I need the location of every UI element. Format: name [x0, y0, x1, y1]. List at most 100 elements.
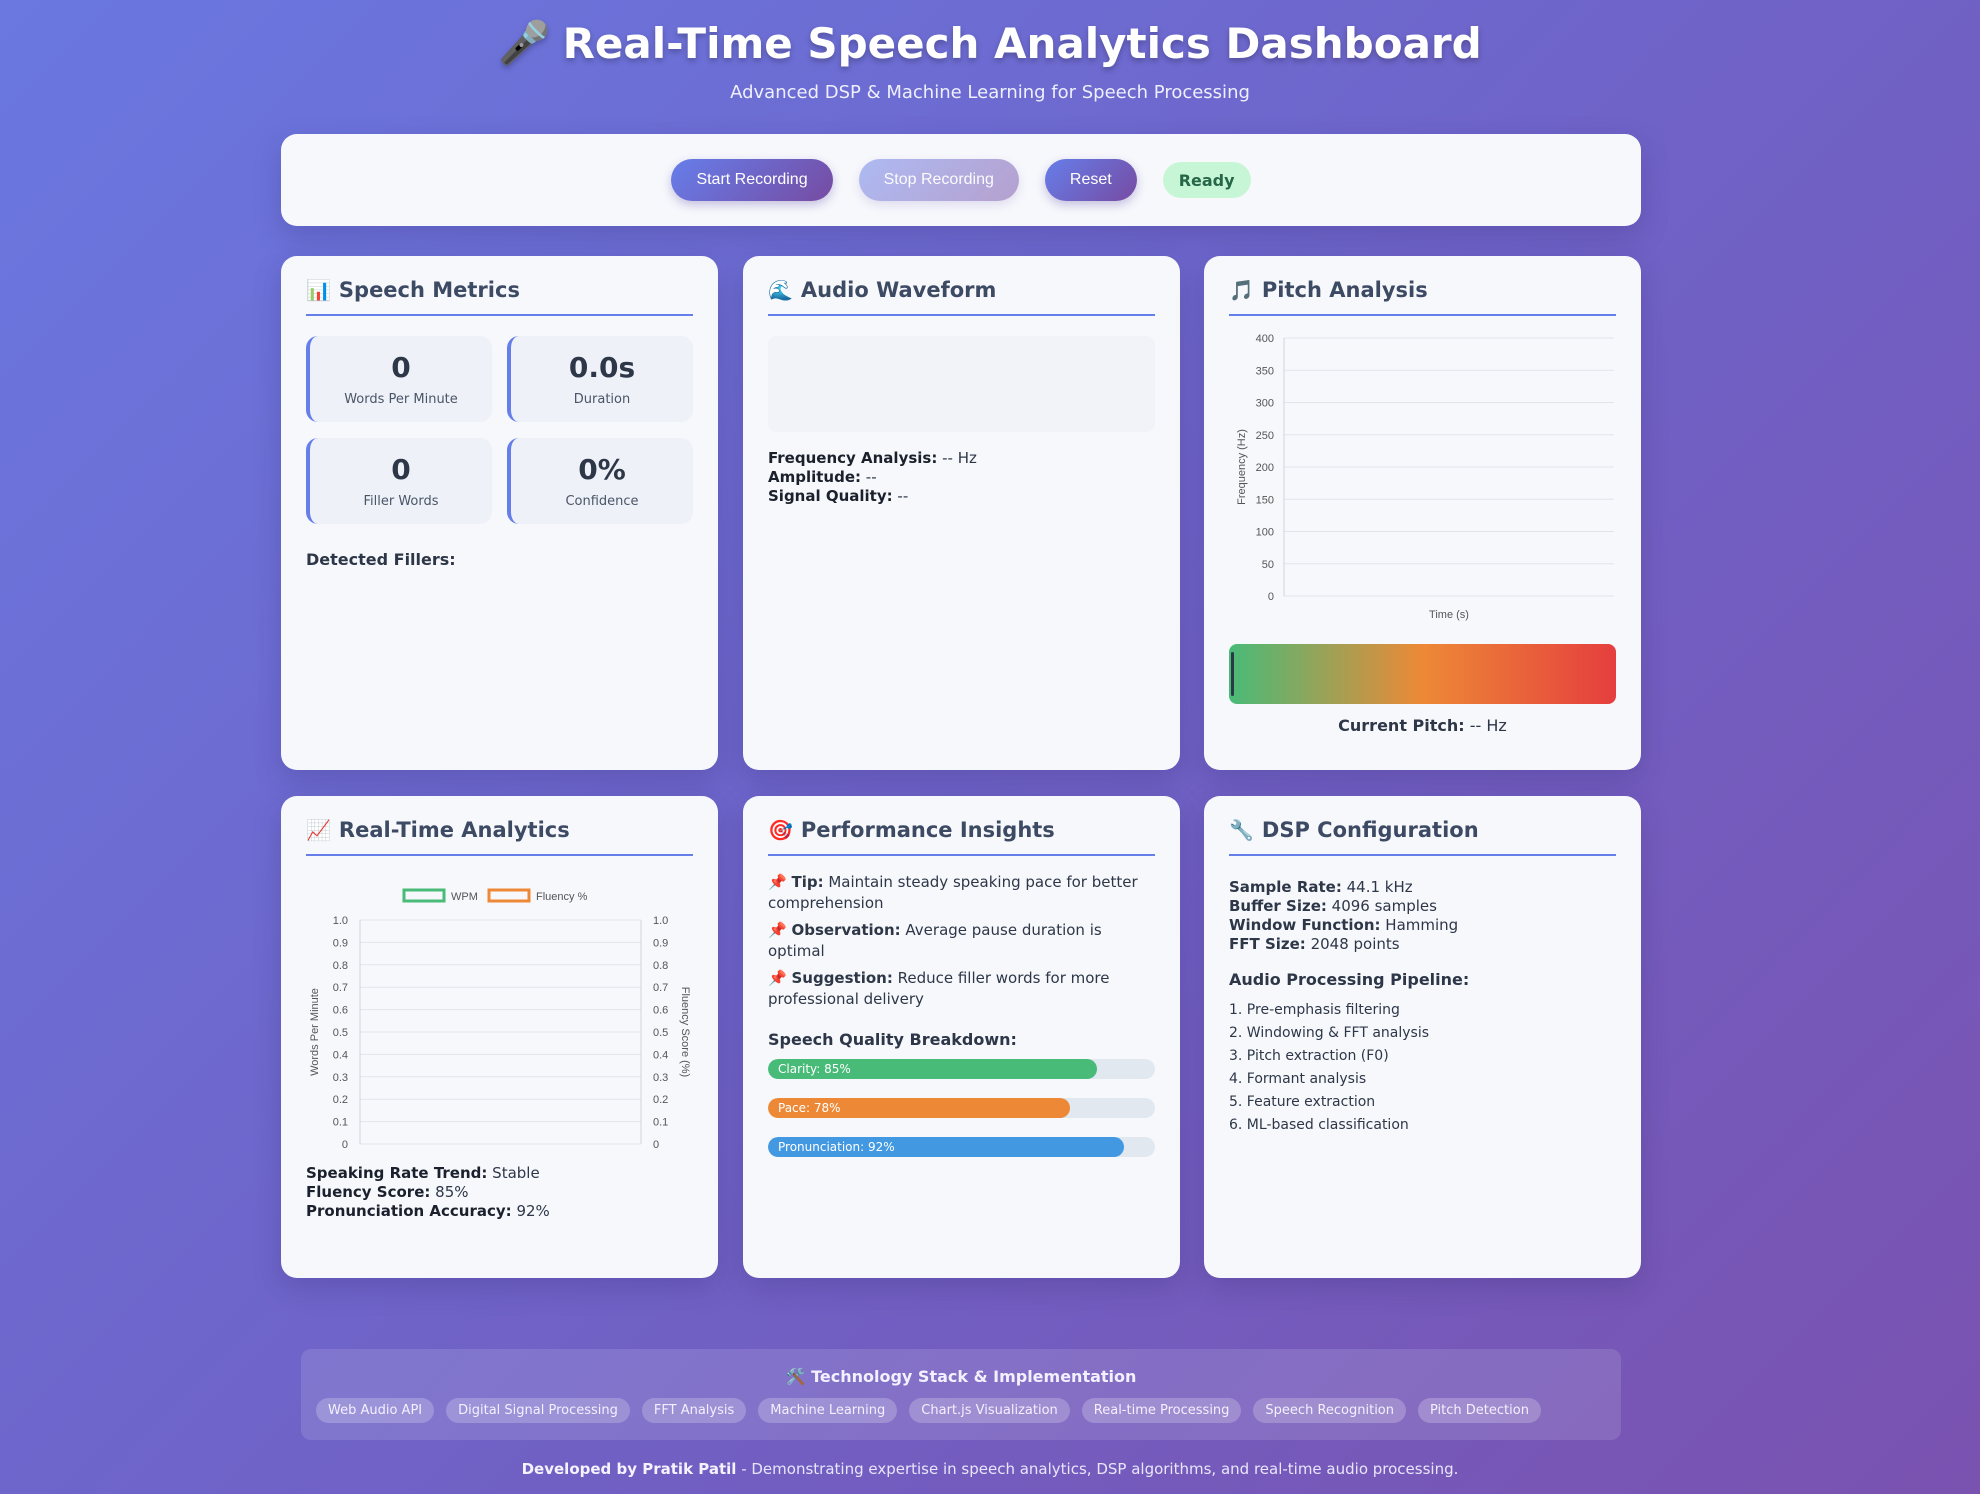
y-tick-label: 0.8: [333, 960, 348, 972]
real-time-analytics-panel: 📈 Real-Time Analytics 1.0 1.0 0.9 0.9 0.8 0.8…: [281, 796, 718, 1278]
pipeline-step: 6. ML-based classification: [1229, 1117, 1409, 1133]
fft-size-value: 2048 points: [1305, 935, 1400, 953]
insight-suggestion: 📌 Suggestion: Reduce filler words for mo…: [768, 968, 1155, 1010]
tech-tags: Web Audio API Digital Signal Processing …: [316, 1398, 1621, 1423]
controls-panel: Start Recording Stop Recording Reset Rea…: [281, 134, 1641, 226]
signal-quality-value: --: [892, 487, 909, 505]
insights-header: 🎯 Performance Insights: [768, 818, 1155, 856]
y2-axis-label: Fluency Score (%): [679, 987, 691, 1077]
fft-size-label: FFT Size:: [1229, 935, 1306, 953]
wrench-icon: 🔧: [1229, 818, 1254, 842]
tech-tag: FFT Analysis: [641, 1398, 747, 1423]
audio-waveform-header: 🌊 Audio Waveform: [768, 278, 1155, 316]
pitch-analysis-header: 🎵 Pitch Analysis: [1229, 278, 1616, 316]
tech-stack-section: 🛠️ Technology Stack & Implementation Web…: [301, 1349, 1621, 1440]
y-tick-label: 400: [1256, 333, 1274, 345]
tech-tag: Real-time Processing: [1081, 1398, 1242, 1423]
y2-tick-label: 0: [653, 1139, 659, 1151]
y-tick-label: 0.2: [333, 1094, 348, 1106]
y-tick-label: 1.0: [333, 915, 348, 927]
wpm-metric: 0 Words Per Minute: [306, 336, 492, 422]
pipeline-step: 1. Pre-emphasis filtering: [1229, 1002, 1400, 1018]
music-note-icon: 🎵: [1229, 278, 1254, 302]
pin-icon: 📌: [768, 873, 787, 891]
y-tick-label: 0.9: [333, 937, 348, 949]
y-tick-label: 0.1: [333, 1117, 348, 1129]
clarity-fill: Clarity: 85%: [768, 1059, 1097, 1079]
pace-bar: Pace: 78%: [768, 1098, 1155, 1118]
insight-tip-text: Maintain steady speaking pace for better…: [768, 873, 1138, 912]
confidence-value: 0%: [578, 453, 626, 486]
start-recording-button[interactable]: Start Recording: [671, 159, 833, 201]
current-pitch: Current Pitch: -- Hz: [1229, 716, 1616, 735]
pipeline-step: 2. Windowing & FFT analysis: [1229, 1025, 1430, 1041]
pipeline-step: 3. Pitch extraction (F0): [1229, 1048, 1389, 1064]
tech-tag: Digital Signal Processing: [446, 1398, 630, 1423]
amplitude-value: --: [861, 468, 877, 486]
tech-tag: Pitch Detection: [1418, 1398, 1541, 1423]
dsp-configuration-panel: 🔧 DSP Configuration Sample Rate: 44.1 kH…: [1204, 796, 1641, 1278]
wpm-label: Words Per Minute: [344, 392, 458, 407]
y-axis-label: Words Per Minute: [309, 988, 321, 1076]
confidence-metric: 0% Confidence: [507, 438, 693, 524]
pronunciation-accuracy-value: 92%: [511, 1202, 550, 1220]
filler-words-label: Filler Words: [363, 494, 439, 509]
pitch-analysis-panel: 🎵 Pitch Analysis 400 350 300 250 200 150 100 50…: [1204, 256, 1641, 770]
credits-name: Developed by Pratik Patil: [521, 1460, 737, 1478]
y-tick-label: 0: [1268, 591, 1274, 603]
y2-tick-label: 0.4: [653, 1049, 668, 1061]
duration-value: 0.0s: [568, 351, 636, 384]
sample-rate-label: Sample Rate:: [1229, 878, 1342, 896]
pronunciation-accuracy-label: Pronunciation Accuracy:: [306, 1202, 512, 1220]
filler-words-metric: 0 Filler Words: [306, 438, 492, 524]
y2-tick-label: 0.6: [653, 1005, 668, 1017]
performance-insights-panel: 🎯 Performance Insights 📌 Tip: Maintain s…: [743, 796, 1180, 1278]
detected-fillers-label: Detected Fillers:: [306, 550, 456, 569]
legend-label-fluency: Fluency %: [536, 891, 588, 903]
stop-recording-button[interactable]: Stop Recording: [858, 159, 1019, 201]
pipeline-step: 5. Feature extraction: [1229, 1094, 1376, 1110]
pitch-chart: 400 350 300 250 200 150 100 50 0 Frequency (Hz) Ti…: [1236, 333, 1614, 621]
bar-chart-icon: 📊: [306, 278, 331, 302]
clarity-bar: Clarity: 85%: [768, 1059, 1155, 1079]
pipeline-step: 4. Formant analysis: [1229, 1071, 1367, 1087]
quality-breakdown-label: Speech Quality Breakdown:: [768, 1030, 1017, 1049]
y-axis-label: Frequency (Hz): [1236, 429, 1248, 505]
sample-rate-value: 44.1 kHz: [1341, 878, 1413, 896]
dsp-title: DSP Configuration: [1261, 818, 1479, 842]
tech-tag: Chart.js Visualization: [909, 1398, 1070, 1423]
tech-tag: Speech Recognition: [1253, 1398, 1406, 1423]
y2-tick-label: 0.3: [653, 1072, 668, 1084]
metric-grid: 0 Words Per Minute 0.0s Duration 0 Fille…: [306, 336, 693, 524]
tech-stack-title-text: Technology Stack & Implementation: [811, 1367, 1137, 1386]
reset-button[interactable]: Reset: [1044, 159, 1137, 201]
y2-tick-label: 0.9: [653, 937, 668, 949]
window-function-label: Window Function:: [1229, 916, 1381, 934]
insights-title: Performance Insights: [800, 818, 1055, 842]
y2-tick-label: 1.0: [653, 915, 668, 927]
frequency-analysis-label: Frequency Analysis:: [768, 449, 938, 467]
pronunciation-bar: Pronunciation: 92%: [768, 1137, 1155, 1157]
analytics-title: Real-Time Analytics: [338, 818, 570, 842]
pin-icon: 📌: [768, 969, 787, 987]
pin-icon: 📌: [768, 921, 787, 939]
speaking-rate-trend-value: Stable: [487, 1164, 540, 1182]
wave-icon: 🌊: [768, 278, 793, 302]
legend-swatch-wpm: [402, 888, 446, 903]
confidence-label: Confidence: [565, 494, 639, 509]
fluency-score-value: 85%: [430, 1183, 469, 1201]
credits: Developed by Pratik Patil - Demonstratin…: [0, 1460, 1980, 1478]
y2-tick-label: 0.1: [653, 1117, 668, 1129]
pitch-marker: [1231, 652, 1234, 696]
page-title: 🎤 Real-Time Speech Analytics Dashboard: [498, 18, 1481, 68]
y-tick-label: 300: [1256, 398, 1274, 410]
buffer-size-label: Buffer Size:: [1229, 897, 1327, 915]
frequency-analysis-value: -- Hz: [937, 449, 977, 467]
insight-suggestion-label: Suggestion:: [791, 969, 893, 987]
amplitude-label: Amplitude:: [768, 468, 862, 486]
dsp-config-list: Sample Rate: 44.1 kHz Buffer Size: 4096 …: [1229, 878, 1616, 954]
y-tick-label: 0: [342, 1139, 348, 1151]
speech-metrics-title: Speech Metrics: [338, 278, 520, 302]
y-tick-label: 0.6: [333, 1005, 348, 1017]
insights-list: 📌 Tip: Maintain steady speaking pace for…: [768, 872, 1155, 1010]
